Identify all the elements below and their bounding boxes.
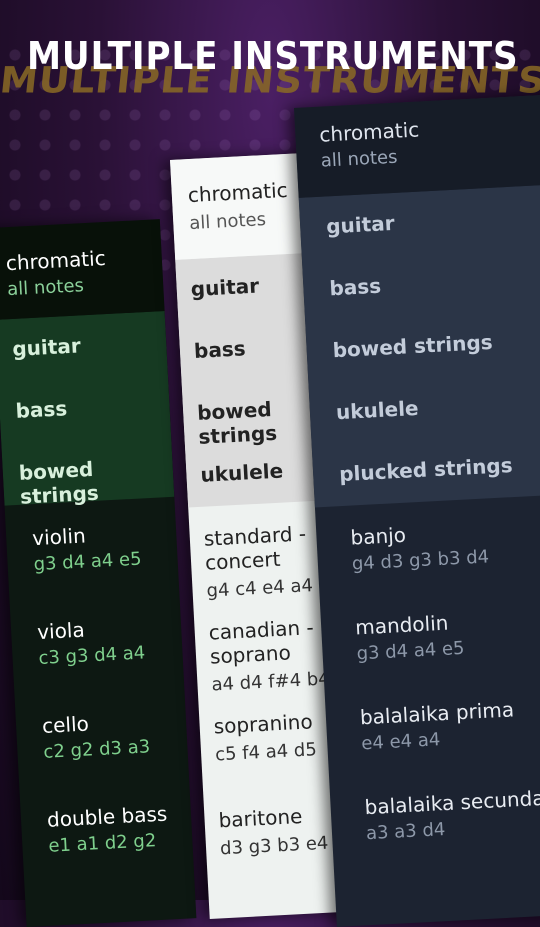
chromatic-option[interactable]: chromatic all notes — [0, 219, 165, 320]
instrument-item[interactable]: violin g3 d4 a4 e5 — [5, 497, 180, 600]
category-list: guitar bass bowed strings ukulele plucke… — [298, 183, 540, 508]
instrument-name: cello — [41, 711, 90, 738]
instrument-panel-left: chromatic all notes guitar bass bowed st… — [0, 219, 197, 927]
category-guitar[interactable]: guitar — [0, 311, 168, 382]
option-subtitle: all notes — [6, 275, 85, 301]
instrument-name: banjo — [349, 522, 407, 550]
category-bowed-strings[interactable]: bowed strings — [1, 435, 174, 509]
category-ukulele[interactable]: ukulele — [308, 369, 540, 445]
instrument-item[interactable]: double bass e1 a1 d2 g2 — [19, 778, 194, 881]
instrument-name: viola — [36, 617, 86, 645]
instrument-notes: c3 g3 d4 a4 — [38, 642, 146, 670]
instrument-item[interactable]: viola c3 g3 d4 a4 — [9, 591, 184, 694]
instrument-name: balalaika secunda — [364, 785, 540, 820]
instrument-item[interactable]: cello c2 g2 d3 a3 — [14, 684, 189, 787]
instrument-name: violin — [31, 523, 87, 551]
category-list: guitar bass bowed strings — [0, 310, 175, 509]
instrument-item[interactable]: balalaika prima e4 e4 a4 — [324, 673, 540, 777]
instrument-panel-right: chromatic all notes guitar bass bowed st… — [294, 93, 540, 927]
category-bowed-strings[interactable]: bowed strings — [305, 308, 540, 384]
chromatic-option[interactable]: chromatic all notes — [294, 93, 540, 198]
category-bass[interactable]: bass — [0, 373, 171, 444]
option-title: chromatic — [5, 246, 107, 276]
instrument-item[interactable]: banjo g4 d3 g3 b3 d4 — [315, 493, 540, 597]
instrument-item[interactable]: mandolin g3 d4 a4 e5 — [320, 583, 540, 687]
instrument-name: mandolin — [354, 610, 449, 640]
instrument-notes: c2 g2 d3 a3 — [42, 736, 151, 763]
headline: MULTIPLE INSTRUMENTS — [27, 34, 519, 78]
instrument-notes: e1 a1 d2 g2 — [47, 830, 157, 857]
instrument-name: balalaika prima — [359, 697, 515, 730]
instrument-item[interactable]: balalaika secunda a3 a3 d4 — [329, 763, 540, 867]
instrument-notes: g3 d4 a4 e5 — [33, 548, 143, 576]
instrument-name: double bass — [46, 801, 168, 832]
category-plucked-strings[interactable]: plucked strings — [312, 431, 540, 507]
